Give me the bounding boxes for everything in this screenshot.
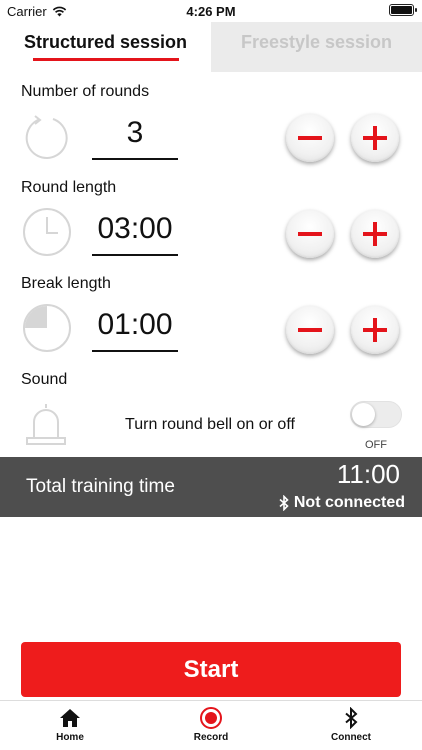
tab-freestyle-label: Freestyle session [240, 32, 393, 52]
round-length-value[interactable]: 03:00 [92, 206, 178, 256]
tab-structured-label: Structured session [23, 32, 188, 52]
rounds-decrement-button[interactable] [286, 114, 334, 162]
start-button[interactable]: Start [21, 642, 401, 697]
minus-icon [298, 136, 322, 140]
minus-icon [298, 328, 322, 332]
break-length-decrement-button[interactable] [286, 306, 334, 354]
plus-icon [363, 318, 387, 342]
connection-status: Not connected [279, 494, 405, 512]
connection-status-text: Not connected [293, 494, 405, 511]
rounds-label: Number of rounds [21, 83, 150, 100]
bottom-tab-bar: Home Record Connect [0, 700, 422, 750]
break-length-value[interactable]: 01:00 [92, 302, 178, 352]
clock-time: 4:26 PM [186, 4, 236, 19]
round-length-increment-button[interactable] [351, 210, 399, 258]
tabbar-record-label: Record [193, 732, 229, 743]
tabbar-item-home[interactable]: Home [25, 707, 115, 743]
tabbar-home-label: Home [56, 732, 84, 743]
round-length-decrement-button[interactable] [286, 210, 334, 258]
round-length-label: Round length [21, 179, 117, 196]
rounds-value[interactable]: 3 [92, 110, 178, 160]
bluetooth-icon [345, 707, 358, 729]
home-icon [60, 709, 80, 727]
plus-icon [363, 126, 387, 150]
sound-description: Turn round bell on or off [125, 416, 295, 433]
minus-icon [298, 232, 322, 236]
rounds-increment-button[interactable] [351, 114, 399, 162]
active-tab-indicator [33, 58, 179, 61]
repeat-circle-icon [25, 115, 68, 159]
plus-icon [363, 222, 387, 246]
bluetooth-icon [279, 495, 289, 511]
sound-toggle[interactable] [350, 401, 402, 428]
total-training-time: 11:00 [336, 459, 400, 489]
sound-toggle-state: OFF [365, 439, 387, 451]
tabbar-item-connect[interactable]: Connect [306, 707, 396, 743]
bell-icon [26, 404, 66, 445]
tabbar-item-record[interactable]: Record [166, 707, 256, 743]
tabbar-connect-label: Connect [331, 732, 371, 743]
toggle-knob [352, 403, 375, 426]
total-training-summary: Total training time 11:00 Not connected [0, 457, 422, 517]
break-length-label: Break length [21, 275, 111, 292]
pie-timer-icon [23, 304, 71, 352]
battery-icon [389, 4, 417, 16]
record-icon [200, 707, 222, 729]
status-bar: Carrier 4:26 PM [0, 0, 422, 22]
sound-label: Sound [21, 371, 68, 388]
tab-structured-session[interactable]: Structured session [0, 22, 211, 72]
break-length-increment-button[interactable] [351, 306, 399, 354]
session-tabs: Structured session Freestyle session [0, 22, 422, 72]
tab-freestyle-session[interactable]: Freestyle session [211, 22, 422, 72]
total-training-title: Total training time [26, 476, 175, 497]
clock-icon [23, 208, 71, 256]
